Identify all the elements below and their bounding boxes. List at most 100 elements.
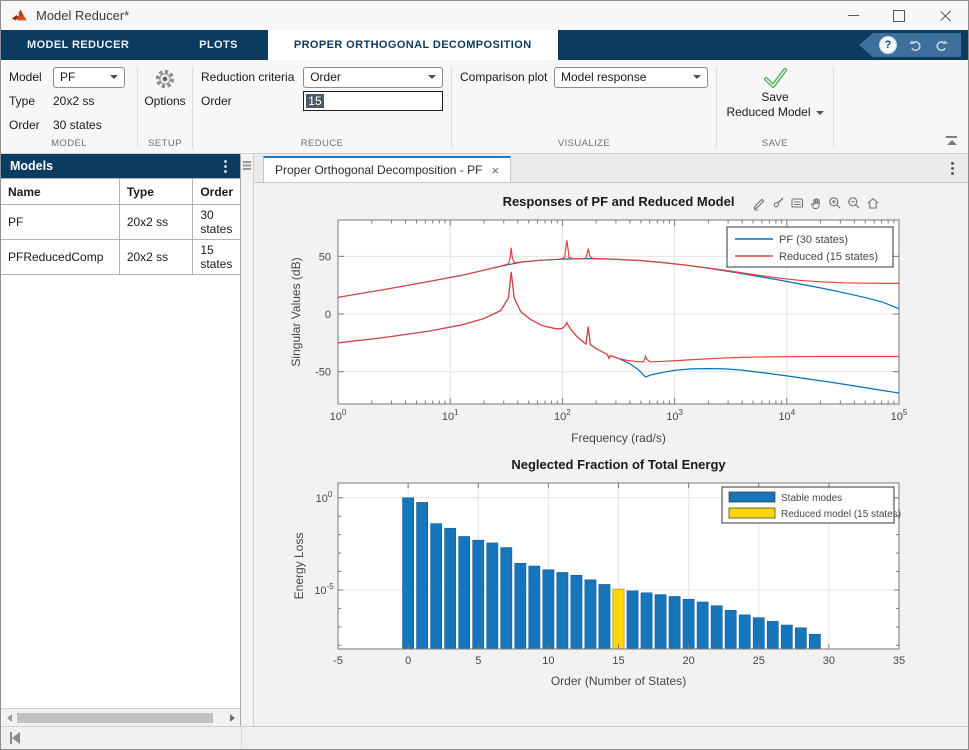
close-button[interactable] <box>922 1 968 30</box>
bar-highlight <box>613 589 624 649</box>
svg-text:Stable modes: Stable modes <box>781 493 842 504</box>
model-dropdown-value: PF <box>60 70 75 84</box>
tab-proper-orthogonal-decomposition[interactable]: PROPER ORTHOGONAL DECOMPOSITION <box>268 30 558 60</box>
svg-text:Reduced model (15 states): Reduced model (15 states) <box>781 509 901 520</box>
restore-view-icon[interactable] <box>865 195 881 211</box>
order-input[interactable]: 15 <box>303 91 443 111</box>
models-panel-header: Models <box>1 154 240 178</box>
scroll-left-arrow[interactable] <box>1 709 17 726</box>
legend[interactable]: Stable modes Reduced model (15 states) <box>722 487 901 523</box>
section-label-reduce: REDUCE <box>201 137 443 152</box>
scroll-right-arrow[interactable] <box>224 709 240 726</box>
export-icon[interactable] <box>751 195 767 211</box>
reduction-criteria-dropdown[interactable]: Order <box>303 67 443 88</box>
maximize-button[interactable] <box>876 1 922 30</box>
document-area: Proper Orthogonal Decomposition - PF × 1… <box>254 154 968 726</box>
bar <box>725 610 736 649</box>
save-button-label-line1: Save <box>761 90 788 105</box>
reduce-order-label: Order <box>201 94 303 108</box>
table-row[interactable]: PF 20x2 ss 30 states <box>1 205 240 240</box>
svg-text:Singular Values (dB): Singular Values (dB) <box>289 257 303 366</box>
axes-toolbar <box>751 195 881 211</box>
svg-text:104: 104 <box>778 408 795 423</box>
app-window: Model Reducer* MODEL REDUCER PLOTS PROPE… <box>0 0 969 750</box>
status-bar <box>1 726 968 749</box>
options-button[interactable]: Options <box>146 65 184 137</box>
bar <box>445 528 456 649</box>
svg-text:Responses of PF and Reduced Mo: Responses of PF and Reduced Model <box>503 194 735 209</box>
column-header-order[interactable]: Order <box>193 179 240 205</box>
zoom-in-icon[interactable] <box>827 195 843 211</box>
section-label-setup: SETUP <box>146 137 184 152</box>
tab-close-icon[interactable]: × <box>491 164 499 177</box>
redo-icon[interactable] <box>934 38 949 52</box>
chevron-down-icon <box>110 75 118 79</box>
tab-model-reducer[interactable]: MODEL REDUCER <box>1 30 155 60</box>
scrollbar-thumb[interactable] <box>17 713 213 723</box>
svg-text:105: 105 <box>891 408 908 423</box>
svg-text:PF (30 states): PF (30 states) <box>779 234 848 246</box>
column-header-name[interactable]: Name <box>1 179 119 205</box>
collapse-ribbon-icon[interactable] <box>945 136 958 145</box>
section-label-visualize: VISUALIZE <box>460 137 708 152</box>
comparison-plot-dropdown[interactable]: Model response <box>554 67 708 88</box>
undo-icon[interactable] <box>908 38 923 52</box>
tab-plots[interactable]: PLOTS <box>173 30 264 60</box>
svg-text:10: 10 <box>542 655 554 667</box>
svg-text:Energy Loss: Energy Loss <box>292 533 306 600</box>
model-dropdown[interactable]: PF <box>53 67 125 88</box>
panel-splitter[interactable] <box>241 154 254 726</box>
svg-text:20: 20 <box>683 655 695 667</box>
svg-text:0: 0 <box>405 655 411 667</box>
bar <box>739 615 750 649</box>
document-tab-pod-pf[interactable]: Proper Orthogonal Decomposition - PF × <box>263 156 511 182</box>
bar <box>459 536 470 649</box>
bar <box>487 543 498 649</box>
check-icon <box>762 67 788 90</box>
document-tab-label: Proper Orthogonal Decomposition - PF <box>275 163 482 177</box>
collapse-panel-icon[interactable] <box>10 732 20 744</box>
svg-text:10-5: 10-5 <box>314 582 334 597</box>
legend[interactable]: PF (30 states)Reduced (15 states) <box>727 227 893 267</box>
order-input-value: 15 <box>306 94 323 108</box>
models-panel-menu-icon[interactable] <box>224 165 227 168</box>
maximize-icon <box>893 10 905 22</box>
document-menu-icon[interactable] <box>951 167 954 170</box>
comparison-plot-value: Model response <box>561 70 646 84</box>
bar <box>781 625 792 649</box>
bar <box>501 548 512 649</box>
table-row[interactable]: PFReducedComp 20x2 ss 15 states <box>1 240 240 275</box>
reduction-criteria-value: Order <box>310 70 341 84</box>
column-header-type[interactable]: Type <box>119 179 193 205</box>
bar <box>417 502 428 649</box>
models-table-header-row: Name Type Order <box>1 179 240 205</box>
models-panel: Models Name Type Order PF 20x2 ss 30 sta… <box>1 154 241 726</box>
svg-text:35: 35 <box>893 655 905 667</box>
triangle-right-icon <box>230 714 235 722</box>
splitter-grip-icon <box>243 161 251 163</box>
minimize-icon <box>848 15 859 16</box>
cell-name: PF <box>1 205 119 240</box>
pan-icon[interactable] <box>808 195 824 211</box>
svg-text:-50: -50 <box>315 367 331 379</box>
save-reduced-model-button[interactable]: Save Reduced Model <box>725 65 825 137</box>
cell-order: 30 states <box>193 205 240 240</box>
zoom-out-icon[interactable] <box>846 195 862 211</box>
title-bar: Model Reducer* <box>1 1 968 30</box>
brush-icon[interactable] <box>770 195 786 211</box>
section-save: Save Reduced Model SAVE <box>717 60 833 153</box>
minimize-button[interactable] <box>830 1 876 30</box>
svg-text:5: 5 <box>475 655 481 667</box>
comparison-plot-label: Comparison plot <box>460 70 554 84</box>
order-value: 30 states <box>53 118 102 132</box>
horizontal-scrollbar <box>1 708 240 726</box>
cell-type: 20x2 ss <box>119 205 193 240</box>
svg-text:50: 50 <box>319 251 331 263</box>
chart-energy-loss[interactable]: -50510152025303510010-5Neglected Fractio… <box>254 451 968 703</box>
bar <box>809 634 820 649</box>
help-icon[interactable]: ? <box>879 36 897 54</box>
close-icon <box>940 10 951 21</box>
datatips-icon[interactable] <box>789 195 805 211</box>
model-label: Model <box>9 70 53 84</box>
chart-responses[interactable]: 100101102103104105-50050Responses of PF … <box>254 188 968 450</box>
